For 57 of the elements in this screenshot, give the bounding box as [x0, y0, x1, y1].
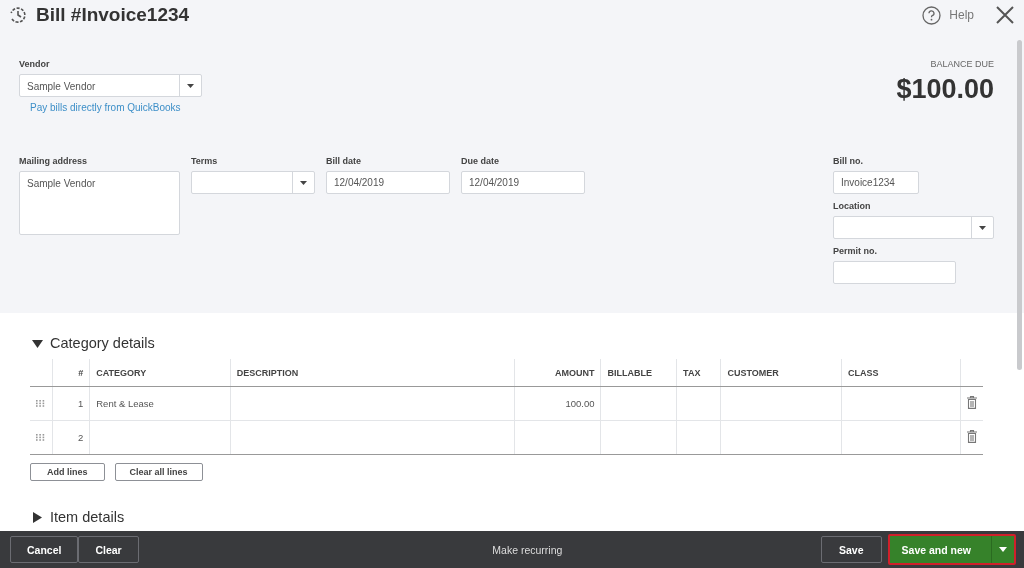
help-icon[interactable]: [922, 5, 942, 25]
caret-icon: [999, 547, 1007, 552]
field-label: Permit no.: [833, 246, 878, 256]
date-field[interactable]: 12/04/2019: [326, 171, 450, 194]
field-label: Location: [833, 201, 872, 211]
column-header: DESCRIPTION: [230, 359, 515, 387]
column-header: CLASS: [841, 359, 961, 387]
scrollbar[interactable]: [1017, 40, 1022, 370]
trash-icon[interactable]: [967, 430, 977, 443]
caret-icon: [187, 83, 194, 88]
window-title: Bill #Invoice1234: [36, 4, 190, 26]
footer-button[interactable]: Cancel: [10, 536, 79, 563]
save-and-new-button[interactable]: Save and new: [887, 534, 1016, 565]
close-icon[interactable]: [996, 6, 1014, 24]
drag-handle-icon[interactable]: [36, 400, 46, 407]
field-value: Sample Vendor: [27, 178, 96, 189]
table-cell: 100.00: [565, 398, 595, 409]
drag-handle-icon[interactable]: [36, 434, 46, 441]
caret-icon: [979, 225, 986, 230]
caret-icon: [300, 180, 307, 185]
column-header: AMOUNT: [514, 359, 601, 387]
field-label: Mailing address: [19, 156, 89, 166]
trash-icon[interactable]: [967, 396, 977, 409]
terms-dropdown[interactable]: [191, 171, 315, 194]
clock-icon: [8, 5, 28, 25]
column-header: CUSTOMER: [720, 359, 842, 387]
save-button[interactable]: Save: [821, 536, 882, 563]
balance-label: BALANCE DUE: [930, 59, 994, 69]
input-field[interactable]: [833, 261, 956, 284]
table-cell: 2: [77, 432, 84, 443]
table-button[interactable]: Add lines: [30, 463, 105, 481]
field-label: Due date: [461, 156, 500, 166]
address-field[interactable]: Sample Vendor: [19, 171, 180, 235]
input-field[interactable]: Invoice1234: [833, 171, 919, 194]
date-field[interactable]: 12/04/2019: [461, 171, 585, 194]
section-toggle[interactable]: Category details: [32, 335, 983, 351]
table-cell: 1: [77, 398, 84, 409]
field-label: Terms: [191, 156, 219, 166]
section-toggle[interactable]: Item details: [32, 509, 983, 525]
balance-amount: $100.00: [896, 74, 994, 105]
column-header: TAX: [676, 359, 721, 387]
field-value: Sample Vendor: [26, 80, 97, 94]
field-label: Vendor: [19, 59, 51, 69]
triangle-right-icon: [32, 511, 43, 523]
field-label: Bill date: [326, 156, 362, 166]
column-header: BILLABLE: [600, 359, 677, 387]
column-header: CATEGORY: [89, 359, 231, 387]
make-recurring-link[interactable]: Make recurring: [492, 543, 563, 556]
table-cell: Rent & Lease: [96, 398, 154, 409]
footer-button[interactable]: Clear: [78, 536, 139, 563]
triangle-down-icon: [32, 337, 43, 349]
field-label: Bill no.: [833, 156, 864, 166]
column-header: #: [52, 359, 90, 387]
help-link[interactable]: Help: [949, 8, 974, 22]
table-button[interactable]: Clear all lines: [114, 463, 203, 481]
location-dropdown[interactable]: [833, 216, 994, 239]
vendor-dropdown[interactable]: Sample Vendor: [19, 74, 202, 97]
